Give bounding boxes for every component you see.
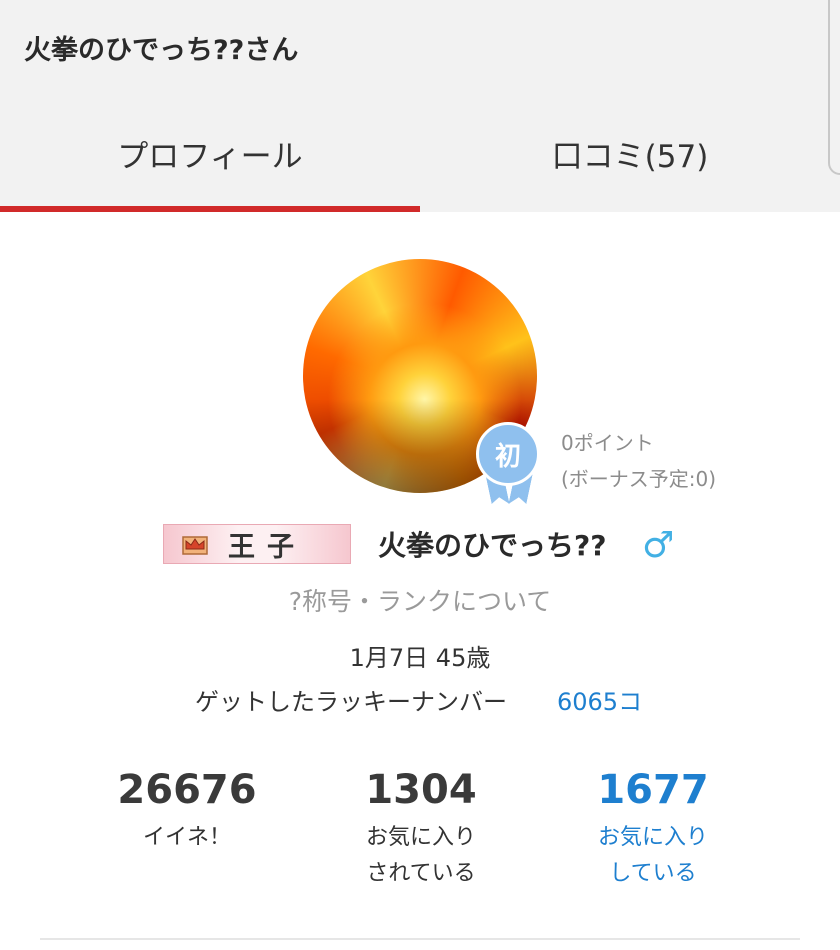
favorited-label-line1: お気に入り xyxy=(365,825,476,850)
tab-reviews[interactable]: 口コミ(57) xyxy=(420,118,840,212)
crown-icon xyxy=(182,536,208,555)
lucky-number-count[interactable]: 6065コ xyxy=(557,682,642,717)
favoriting-label-line2[interactable]: している xyxy=(548,856,758,892)
rank-label: 王子 xyxy=(228,531,306,563)
favoriting-count[interactable]: 1677 xyxy=(548,766,758,814)
likes-label: イイネ！ xyxy=(142,825,231,850)
favoriting-label[interactable]: お気に入り している xyxy=(548,820,758,892)
favorited-count: 1304 xyxy=(365,767,477,813)
points-label: 0ポイント xyxy=(561,431,654,455)
page-title: 火拳のひでっち??さん xyxy=(24,35,299,66)
stat-favorited: 1304 お気に入り されている xyxy=(316,766,526,892)
favoriting-label-line1[interactable]: お気に入り xyxy=(548,820,758,856)
stat-favoriting[interactable]: 1677 お気に入り している xyxy=(548,766,758,892)
bonus-label: (ボーナス予定:0) xyxy=(561,467,717,491)
points-info: 0ポイント (ボーナス予定:0) xyxy=(561,425,716,497)
beginner-badge: 初 xyxy=(476,422,540,486)
active-tab-indicator xyxy=(0,206,420,212)
section-divider xyxy=(40,938,800,940)
likes-count: 26676 xyxy=(117,767,257,813)
male-icon: ♂ xyxy=(642,525,675,566)
tab-profile[interactable]: プロフィール xyxy=(0,118,420,212)
birthday-age: 1月7日 45歳 xyxy=(349,644,491,672)
lucky-number-label: ゲットしたラッキーナンバー xyxy=(195,688,507,716)
rank-title-box: 王子 xyxy=(163,524,351,564)
stat-likes: 26676 イイネ！ xyxy=(82,766,292,856)
favorited-label: お気に入り されている xyxy=(316,820,526,892)
app-header: 火拳のひでっち??さん プロフィール 口コミ(57) xyxy=(0,0,840,212)
favorited-label-line2: されている xyxy=(366,861,476,886)
rank-info-link[interactable]: ?称号・ランクについて xyxy=(0,582,840,618)
user-name: 火拳のひでっち?? xyxy=(378,529,607,562)
